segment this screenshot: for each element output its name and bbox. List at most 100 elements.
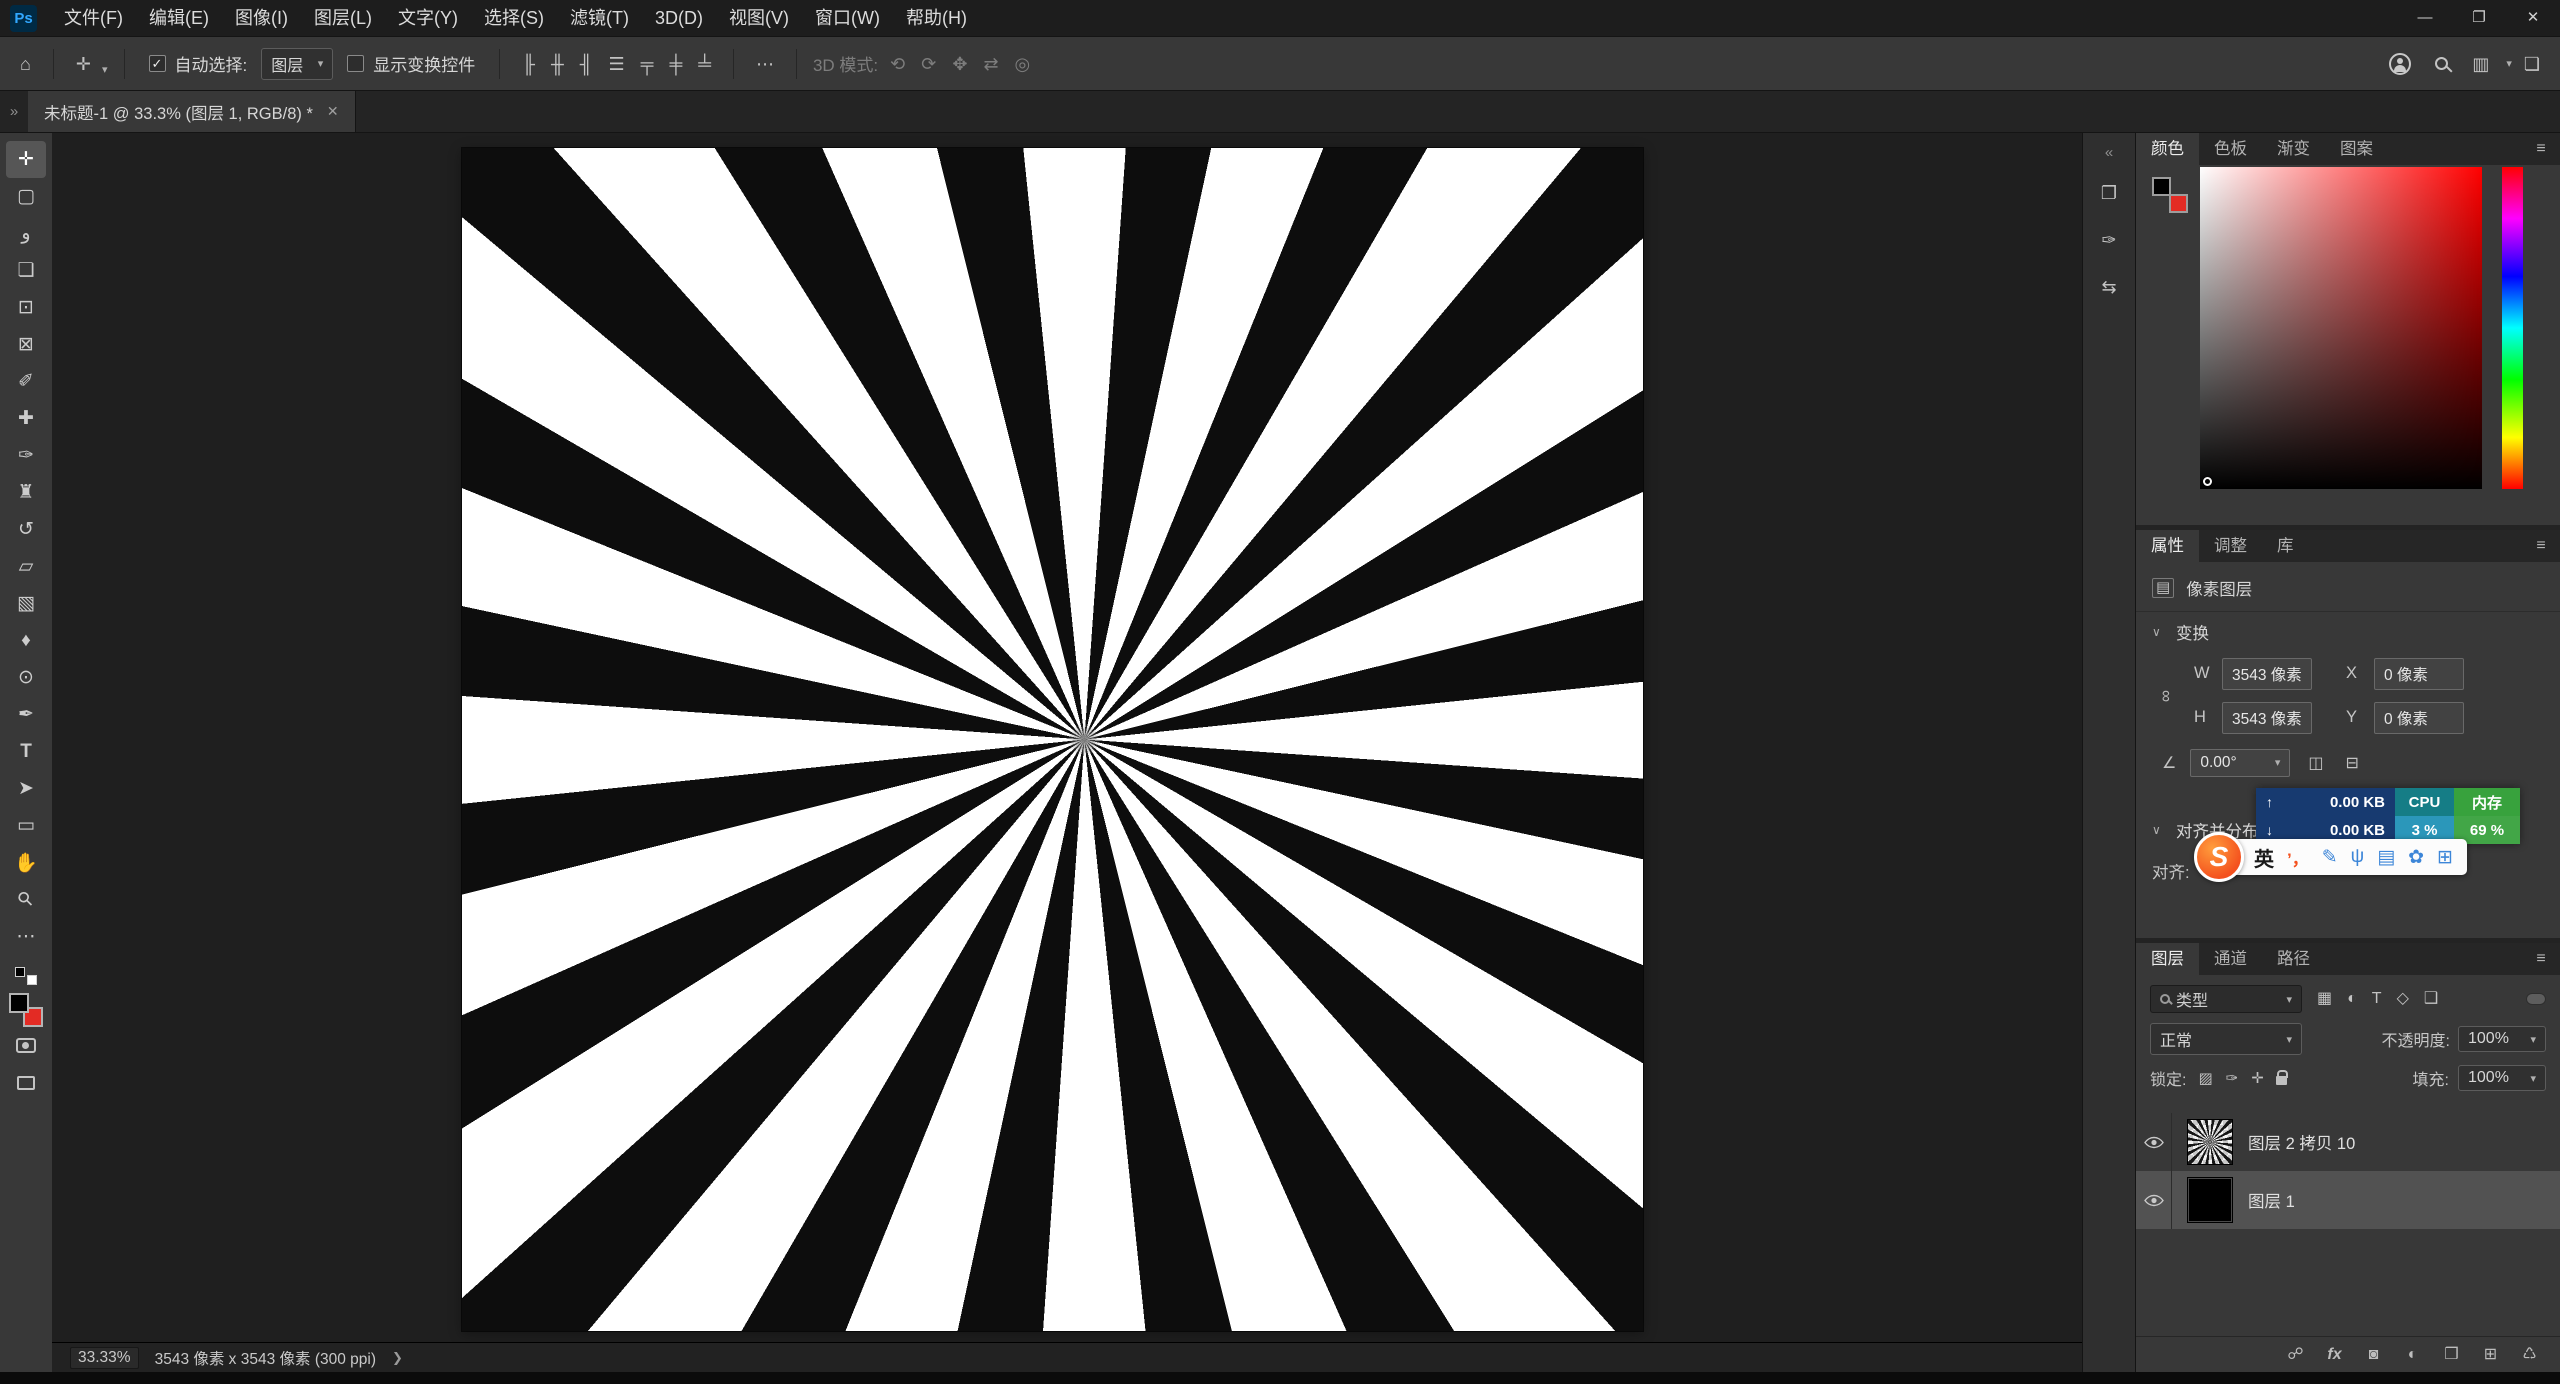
layer-row[interactable]: 图层 2 拷贝 10 (2136, 1113, 2560, 1171)
align-top-edges-icon[interactable]: ╤ (635, 52, 660, 76)
spot-healing-brush-tool[interactable]: ✚ (6, 400, 46, 437)
frame-tool[interactable]: ⊠ (6, 326, 46, 363)
gradient-tool[interactable]: ▧ (6, 585, 46, 622)
blend-mode-dropdown[interactable]: 正常 ▾ (2150, 1023, 2302, 1055)
blur-tool[interactable]: ♦ (6, 622, 46, 659)
brush-tool[interactable]: ✑ (6, 437, 46, 474)
eyedropper-tool[interactable]: ✐ (6, 363, 46, 400)
brush-settings-panel-icon[interactable]: ✑ (2101, 230, 2117, 251)
align-right-edges-icon[interactable]: ╢ (574, 52, 599, 76)
menu-item[interactable]: 图层(L) (301, 0, 385, 36)
auto-select-checkbox[interactable]: ✓ 自动选择: (149, 51, 248, 76)
align-vertical-centers-icon[interactable]: ╪ (663, 52, 688, 76)
keyboard-icon[interactable]: ▤ (2377, 846, 2395, 869)
background-color-swatch[interactable] (2169, 194, 2188, 213)
skin-icon[interactable]: ✿ (2408, 846, 2424, 869)
ime-punctuation-indicator[interactable]: ’， (2287, 845, 2309, 870)
path-selection-tool[interactable]: ➤ (6, 770, 46, 807)
pen-tool[interactable]: ✒ (6, 696, 46, 733)
adjustment-layer-icon[interactable]: ◐ (2394, 1344, 2431, 1366)
height-input[interactable]: 3543 像素 (2222, 702, 2312, 734)
chevron-down-icon[interactable]: ∨ (2152, 625, 2166, 639)
tab-libraries[interactable]: 库 (2262, 530, 2309, 562)
history-brush-tool[interactable]: ↺ (6, 511, 46, 548)
layer-filter-dropdown[interactable]: 类型 ▾ (2150, 985, 2302, 1013)
swap-colors-icon[interactable] (15, 967, 37, 985)
menu-item[interactable]: 视图(V) (716, 0, 802, 36)
rectangle-tool[interactable]: ▭ (6, 807, 46, 844)
clone-source-panel-icon[interactable]: ⇆ (2101, 277, 2117, 298)
canvas-viewport[interactable] (52, 132, 2082, 1342)
lock-transparent-pixels-icon[interactable]: ▨ (2195, 1069, 2215, 1088)
menu-item[interactable]: 窗口(W) (802, 0, 893, 36)
filter-shape-layers-icon[interactable]: ◇ (2394, 989, 2412, 1009)
tab-channels[interactable]: 通道 (2199, 943, 2262, 975)
tab-patterns[interactable]: 图案 (2325, 133, 2388, 165)
rectangular-marquee-tool[interactable]: ▢ (6, 178, 46, 215)
document-canvas[interactable] (462, 148, 1643, 1331)
minimize-button[interactable]: — (2398, 0, 2452, 36)
panel-menu-icon[interactable]: ≡ (2522, 133, 2560, 165)
layer-row[interactable]: 图层 1 (2136, 1171, 2560, 1229)
close-tab-icon[interactable]: ✕ (327, 103, 339, 120)
menu-item[interactable]: 图像(I) (222, 0, 301, 36)
more-options-icon[interactable]: ⋯ (750, 52, 780, 76)
panel-menu-icon[interactable]: ≡ (2522, 943, 2560, 975)
layer-effects-icon[interactable]: fx (2316, 1344, 2353, 1366)
maximize-button[interactable]: ❐ (2452, 0, 2506, 36)
menu-item[interactable]: 文字(Y) (385, 0, 471, 36)
rotation-input[interactable]: 0.00° ▾ (2190, 749, 2290, 777)
x-position-input[interactable]: 0 像素 (2374, 658, 2464, 690)
align-bottom-edges-icon[interactable]: ╧ (692, 52, 717, 76)
tab-properties[interactable]: 属性 (2136, 530, 2199, 562)
filter-smart-objects-icon[interactable]: ❑ (2421, 989, 2441, 1009)
quick-mask-button[interactable] (6, 1027, 46, 1064)
opacity-dropdown[interactable]: 100% ▾ (2458, 1026, 2546, 1052)
flip-horizontal-icon[interactable]: ◫ (2304, 751, 2327, 775)
eraser-tool[interactable]: ▱ (6, 548, 46, 585)
clone-stamp-tool[interactable]: ♜ (6, 474, 46, 511)
voice-icon[interactable]: ψ (2351, 846, 2365, 869)
move-tool[interactable]: ✛ (6, 141, 46, 178)
color-picker-pointer[interactable] (2203, 477, 2212, 486)
current-tool-button[interactable]: ✛ ▾ (70, 52, 108, 76)
expand-panels-icon[interactable]: « (2083, 139, 2135, 165)
tab-paths[interactable]: 路径 (2262, 943, 2325, 975)
tab-adjustments[interactable]: 调整 (2199, 530, 2262, 562)
filter-pixel-layers-icon[interactable]: ▦ (2314, 989, 2335, 1009)
filter-type-layers-icon[interactable]: T (2369, 989, 2385, 1009)
edit-toolbar-icon[interactable]: ⋯ (6, 918, 46, 955)
dodge-tool[interactable]: ⊙ (6, 659, 46, 696)
show-transform-checkbox[interactable]: 显示变换控件 (347, 51, 475, 76)
visibility-eye-icon[interactable] (2136, 1113, 2172, 1171)
tab-swatches[interactable]: 色板 (2199, 133, 2262, 165)
add-layer-mask-icon[interactable]: ◙ (2355, 1344, 2392, 1366)
distribute-centers-icon[interactable]: ☰ (603, 52, 631, 76)
tab-layers[interactable]: 图层 (2136, 943, 2199, 975)
menu-item[interactable]: 文件(F) (51, 0, 136, 36)
link-layers-icon[interactable]: ☍ (2277, 1344, 2314, 1366)
link-dimensions-icon[interactable]: ∞ (2156, 690, 2176, 702)
zoom-tool[interactable]: ⚲ (6, 881, 46, 918)
new-group-icon[interactable]: ❒ (2433, 1344, 2470, 1366)
lock-position-icon[interactable]: ✛ (2248, 1069, 2267, 1088)
document-tab[interactable]: 未标题-1 @ 33.3% (图层 1, RGB/8) * ✕ (28, 91, 356, 132)
lock-image-pixels-icon[interactable]: ✑ (2223, 1069, 2242, 1088)
fill-dropdown[interactable]: 100% ▾ (2458, 1065, 2546, 1091)
tab-gradients[interactable]: 渐变 (2262, 133, 2325, 165)
tab-color[interactable]: 颜色 (2136, 133, 2199, 165)
saturation-brightness-field[interactable] (2200, 167, 2482, 489)
home-icon[interactable]: ⌂ (14, 52, 37, 76)
menu-item[interactable]: 帮助(H) (893, 0, 980, 36)
filter-adjustment-layers-icon[interactable]: ◐ (2344, 989, 2360, 1009)
align-horizontal-centers-icon[interactable]: ╫ (545, 52, 570, 76)
foreground-color-swatch[interactable] (2152, 177, 2171, 196)
layer-filter-toggle[interactable] (2526, 993, 2546, 1005)
zoom-level-field[interactable]: 33.33% (70, 1347, 139, 1369)
account-icon[interactable] (2389, 53, 2411, 75)
menu-item[interactable]: 滤镜(T) (557, 0, 642, 36)
screen-mode-button[interactable] (6, 1064, 46, 1101)
menu-item[interactable]: 选择(S) (471, 0, 557, 36)
object-selection-tool[interactable]: ❏ (6, 252, 46, 289)
layer-thumbnail[interactable] (2187, 1177, 2233, 1223)
